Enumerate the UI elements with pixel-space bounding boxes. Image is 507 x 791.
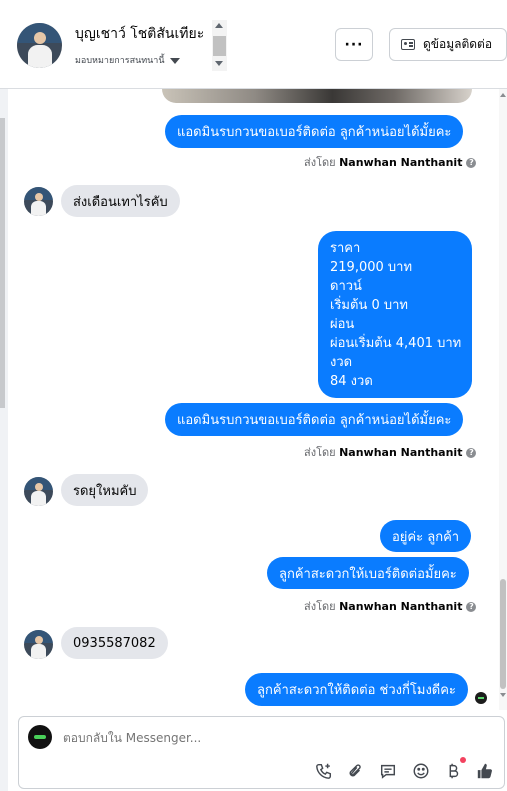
contact-avatar-small[interactable] xyxy=(24,477,53,506)
message-composer xyxy=(18,716,505,789)
message-bubble-outgoing[interactable]: แอดมินรบกวนขอเบอร์ติดต่อ ลูกค้าหน่อยได้ม… xyxy=(165,115,464,148)
seen-indicator-icon xyxy=(475,692,487,704)
scroll-thumb[interactable] xyxy=(213,36,226,56)
sender-name: Nanwhan Nanthanit xyxy=(339,600,463,613)
image-attachment[interactable] xyxy=(162,89,472,103)
sent-by-prefix: ส่งโดย xyxy=(304,446,336,459)
price-line: เริ่มต้น 0 บาท xyxy=(330,298,408,313)
contact-card-icon xyxy=(401,39,415,50)
price-line: ดาวน์ xyxy=(330,279,362,294)
contact-avatar-small[interactable] xyxy=(24,630,53,659)
message-bubble-outgoing[interactable]: แอดมินรบกวนขอเบอร์ติดต่อ ลูกค้าหน่อยได้ม… xyxy=(165,403,464,436)
more-options-button[interactable]: ··· xyxy=(335,28,373,61)
assign-conversation-dropdown[interactable]: มอบหมายการสนทนานี้ xyxy=(75,53,180,67)
message-bubble-outgoing-price[interactable]: ราคา 219,000 บาท ดาวน์ เริ่มต้น 0 บาท ผ่… xyxy=(318,231,472,398)
contact-avatar[interactable] xyxy=(17,23,62,68)
message-bubble-incoming[interactable]: รดยุใหมคับ xyxy=(61,474,149,506)
price-line: 84 งวด xyxy=(330,374,373,389)
thread-scrollbar[interactable] xyxy=(499,89,507,710)
help-icon[interactable]: ? xyxy=(466,158,477,168)
price-line: ผ่อนเริ่มต้น 4,401 บาท xyxy=(330,336,462,351)
contact-name[interactable]: บุญเชาว์ โชติสันเทียะ xyxy=(75,23,204,45)
sent-by-line: ส่งโดย Nanwhan Nanthanit? xyxy=(304,153,477,171)
conversation-header: บุญเชาว์ โชติสันเทียะ มอบหมายการสนทนานี้… xyxy=(0,0,507,88)
left-panel-edge xyxy=(0,0,8,791)
message-bubble-incoming[interactable]: ส่งเดือนเทาไรคับ xyxy=(61,185,180,217)
price-line: ผ่อน xyxy=(330,317,355,332)
caret-down-icon xyxy=(169,57,180,64)
payment-icon[interactable] xyxy=(443,761,463,781)
page-avatar xyxy=(28,725,52,749)
sender-name: Nanwhan Nanthanit xyxy=(339,156,463,169)
message-bubble-outgoing[interactable]: อยู่ค่ะ ลูกค้า xyxy=(380,520,472,552)
notification-dot xyxy=(460,757,466,763)
price-line: ราคา xyxy=(330,241,361,256)
view-contact-button[interactable]: ดูข้อมูลติดต่อ xyxy=(389,28,507,61)
sent-by-prefix: ส่งโดย xyxy=(304,156,336,169)
help-icon[interactable]: ? xyxy=(466,448,477,458)
left-panel-scrollbar[interactable] xyxy=(0,118,5,408)
reply-input[interactable] xyxy=(63,731,443,745)
scroll-down-icon[interactable] xyxy=(215,61,223,66)
contact-avatar-small[interactable] xyxy=(24,187,53,216)
sent-by-prefix: ส่งโดย xyxy=(304,600,336,613)
sent-by-line: ส่งโดย Nanwhan Nanthanit? xyxy=(304,597,477,615)
sent-by-line: ส่งโดย Nanwhan Nanthanit? xyxy=(304,443,477,461)
call-icon[interactable] xyxy=(314,761,334,781)
price-line: 219,000 บาท xyxy=(330,260,413,275)
saved-reply-icon[interactable] xyxy=(378,761,398,781)
price-line: งวด xyxy=(330,355,353,370)
help-icon[interactable]: ? xyxy=(466,602,477,612)
scroll-up-icon[interactable] xyxy=(500,93,506,97)
assign-conversation-label: มอบหมายการสนทนานี้ xyxy=(75,56,165,66)
header-scrollbar[interactable] xyxy=(212,20,227,71)
sender-name: Nanwhan Nanthanit xyxy=(339,446,463,459)
emoji-icon[interactable] xyxy=(411,761,431,781)
attach-icon[interactable] xyxy=(345,761,365,781)
like-icon[interactable] xyxy=(475,761,495,781)
message-bubble-outgoing[interactable]: ลูกค้าสะดวกให้เบอร์ติดต่อมั้ยคะ xyxy=(267,557,469,589)
scroll-up-icon[interactable] xyxy=(215,23,223,28)
message-thread: แอดมินรบกวนขอเบอร์ติดต่อ ลูกค้าหน่อยได้ม… xyxy=(8,89,499,710)
scroll-thumb[interactable] xyxy=(500,579,506,689)
scroll-down-icon[interactable] xyxy=(500,693,506,697)
message-bubble-outgoing[interactable]: ลูกค้าสะดวกให้ติดต่อ ช่วงกี่โมงดีคะ xyxy=(245,673,468,706)
view-contact-label: ดูข้อมูลติดต่อ xyxy=(423,37,493,51)
message-bubble-incoming[interactable]: 0935587082 xyxy=(61,627,168,659)
